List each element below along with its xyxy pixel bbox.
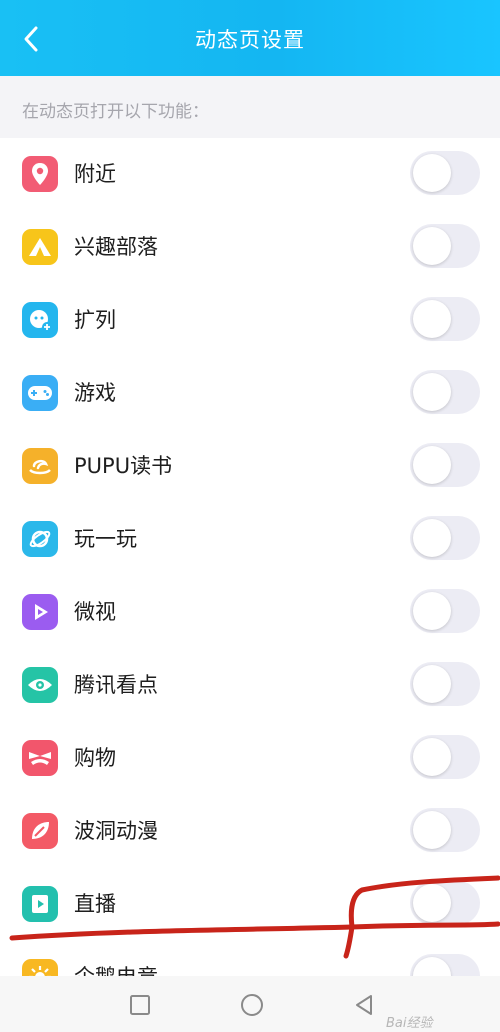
item-label: 腾讯看点 <box>74 673 158 697</box>
watermark: Bai经验 <box>386 1016 433 1031</box>
gamepad-icon <box>22 375 58 411</box>
feature-list: 附近 兴趣部落 扩列 游戏 PUPU读书 玩一玩 微视 腾讯看点 购物 波洞动漫… <box>0 138 500 981</box>
eye-icon <box>22 667 58 703</box>
section-caption: 在动态页打开以下功能： <box>0 76 500 138</box>
leaf-icon <box>22 813 58 849</box>
toggle-games[interactable] <box>410 370 480 414</box>
list-item-tencent-kandian: 腾讯看点 <box>0 649 500 722</box>
list-item-pupu-reading: PUPU读书 <box>0 430 500 503</box>
circle-icon[interactable] <box>239 992 265 1018</box>
tent-icon <box>22 229 58 265</box>
item-label: 扩列 <box>74 308 116 332</box>
face-plus-icon <box>22 302 58 338</box>
list-item-penguin-esports: 企鹅电竞 <box>0 941 500 981</box>
toggle-expand[interactable] <box>410 297 480 341</box>
toggle-bodong-anime[interactable] <box>410 808 480 852</box>
toggle-pupu-reading[interactable] <box>410 443 480 487</box>
item-label: 直播 <box>74 892 116 916</box>
list-item-live: 直播 <box>0 868 500 941</box>
list-item-play: 玩一玩 <box>0 503 500 576</box>
play-icon <box>22 594 58 630</box>
toggle-shopping[interactable] <box>410 735 480 779</box>
page-title: 动态页设置 <box>195 28 305 52</box>
list-item-expand: 扩列 <box>0 284 500 357</box>
item-label: 附近 <box>74 162 116 186</box>
toggle-tencent-kandian[interactable] <box>410 662 480 706</box>
list-item-shopping: 购物 <box>0 722 500 795</box>
triangle-back-icon[interactable] <box>351 992 377 1018</box>
toggle-interest-tribe[interactable] <box>410 224 480 268</box>
toggle-play[interactable] <box>410 516 480 560</box>
book-swirl-icon <box>22 448 58 484</box>
item-label: 波洞动漫 <box>74 819 158 843</box>
list-item-weishi: 微视 <box>0 576 500 649</box>
list-item-games: 游戏 <box>0 357 500 430</box>
toggle-weishi[interactable] <box>410 589 480 633</box>
app-header: 动态页设置 <box>0 0 500 76</box>
location-pin-icon <box>22 156 58 192</box>
live-play-icon <box>22 886 58 922</box>
item-label: 玩一玩 <box>74 527 137 551</box>
item-label: PUPU读书 <box>74 454 173 478</box>
planet-icon <box>22 521 58 557</box>
bow-icon <box>22 740 58 776</box>
toggle-live[interactable] <box>410 881 480 925</box>
list-item-bodong-anime: 波洞动漫 <box>0 795 500 868</box>
item-label: 购物 <box>74 746 116 770</box>
toggle-nearby[interactable] <box>410 151 480 195</box>
item-label: 兴趣部落 <box>74 235 158 259</box>
item-label: 游戏 <box>74 381 116 405</box>
square-icon[interactable] <box>127 992 153 1018</box>
list-item-interest-tribe: 兴趣部落 <box>0 211 500 284</box>
list-item-nearby: 附近 <box>0 138 500 211</box>
item-label: 微视 <box>74 600 116 624</box>
item-label: 企鹅电竞 <box>74 965 158 981</box>
